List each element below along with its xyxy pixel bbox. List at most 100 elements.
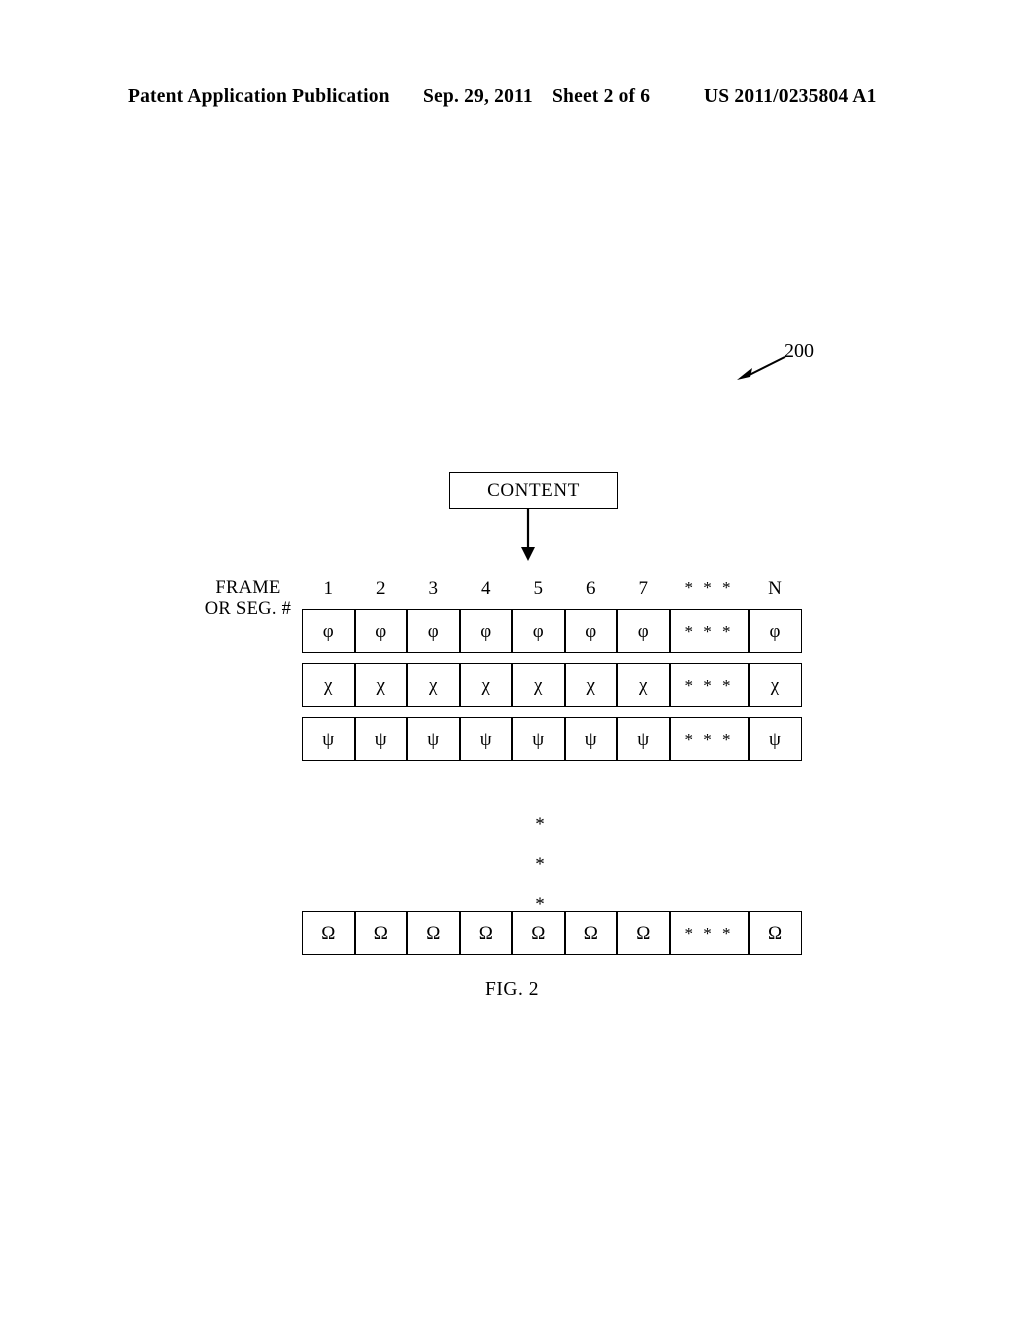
symbol-cell: φ: [302, 609, 355, 653]
symbol-glyph-omega: Ω: [767, 922, 783, 944]
symbol-glyph-psi: ψ: [769, 728, 781, 750]
frame-label-line-2: OR SEG. #: [204, 599, 292, 619]
symbol-cell: χ: [302, 663, 355, 707]
symbol-glyph-omega: Ω: [426, 922, 441, 944]
column-header-3: 3: [428, 578, 439, 599]
column-header-row: 1 2 3 4 5 6 7 * * * N: [302, 578, 782, 602]
symbol-glyph-chi: χ: [770, 674, 780, 696]
header-publication-date: Sep. 29, 2011: [423, 86, 533, 107]
symbol-cell: χ: [407, 663, 460, 707]
column-header-5: 5: [533, 578, 544, 599]
symbol-cell: ψ: [354, 717, 407, 761]
page-header: Patent Application Publication Sep. 29, …: [0, 86, 1024, 112]
symbol-cell: φ: [407, 609, 460, 653]
symbol-glyph-psi: ψ: [322, 728, 335, 750]
vertical-ellipsis-dot: *: [535, 814, 545, 835]
figure-caption: FIG. 2: [485, 979, 539, 1000]
frame-label-line-1: FRAME: [215, 578, 281, 598]
symbol-cell: φ: [564, 609, 617, 653]
frame-or-segment-axis-label: FRAME OR SEG. #: [198, 578, 298, 620]
vertical-ellipsis-dot: *: [535, 854, 545, 875]
symbol-cell: ψ: [617, 717, 670, 761]
column-header-ellipsis: * * *: [684, 578, 734, 597]
symbol-glyph-psi: ψ: [479, 728, 492, 750]
symbol-cell-ellipsis: * * *: [669, 609, 749, 653]
symbol-glyph-omega: Ω: [583, 922, 598, 944]
symbol-cell: χ: [512, 663, 565, 707]
symbol-cell: φ: [748, 609, 802, 653]
column-header-2: 2: [376, 578, 386, 599]
symbol-cell: φ: [512, 609, 565, 653]
symbol-cell: ψ: [512, 717, 565, 761]
symbol-glyph-chi: χ: [376, 674, 385, 696]
content-box-label: CONTENT: [487, 479, 580, 501]
symbol-cell-ellipsis: * * *: [669, 663, 749, 707]
symbol-cell: φ: [354, 609, 407, 653]
vertical-ellipsis: * * *: [528, 805, 552, 925]
symbol-cell: ψ: [302, 717, 355, 761]
symbol-glyph-omega: Ω: [321, 922, 336, 944]
symbol-glyph-psi: ψ: [374, 728, 387, 750]
symbol-glyph-phi: φ: [585, 620, 597, 642]
symbol-glyph-chi: χ: [534, 674, 543, 696]
symbol-glyph-chi: χ: [586, 674, 595, 696]
symbol-glyph-omega: * * *: [684, 923, 734, 943]
symbol-cell: Ω: [564, 911, 617, 955]
symbol-glyph-phi: φ: [427, 620, 439, 642]
symbol-glyph-omega: Ω: [478, 922, 493, 944]
symbol-glyph-omega: Ω: [636, 922, 651, 944]
symbol-glyph-chi: χ: [429, 674, 438, 696]
symbol-glyph-psi: ψ: [637, 728, 650, 750]
header-document-number: US 2011/0235804 A1: [704, 86, 877, 107]
symbol-cell: ψ: [564, 717, 617, 761]
figure-reference-numeral: 200: [784, 340, 814, 362]
symbol-glyph-phi: φ: [480, 620, 492, 642]
symbol-cell: Ω: [617, 911, 670, 955]
symbol-glyph-phi: * * *: [684, 621, 734, 641]
symbol-cell: χ: [617, 663, 670, 707]
symbol-cell: φ: [617, 609, 670, 653]
symbol-glyph-phi: φ: [637, 620, 649, 642]
symbol-glyph-phi: φ: [375, 620, 387, 642]
symbol-cell: Ω: [302, 911, 355, 955]
symbol-cell: ψ: [459, 717, 512, 761]
symbol-cell: Ω: [407, 911, 460, 955]
symbol-cell: Ω: [748, 911, 802, 955]
symbol-glyph-psi: * * *: [684, 729, 734, 749]
symbol-glyph-chi: * * *: [684, 675, 734, 695]
symbol-glyph-phi: φ: [322, 620, 334, 642]
column-header-6: 6: [586, 578, 596, 599]
symbol-row-phi: φ φ φ φ φ φ φ * * * φ: [302, 609, 802, 653]
symbol-cell: ψ: [748, 717, 802, 761]
symbol-glyph-phi: φ: [532, 620, 544, 642]
symbol-cell: χ: [459, 663, 512, 707]
symbol-cell: χ: [354, 663, 407, 707]
symbol-cell: χ: [748, 663, 802, 707]
vertical-ellipsis-dot: *: [535, 894, 545, 915]
symbol-cell-ellipsis: * * *: [669, 717, 749, 761]
content-down-arrow-icon: [521, 509, 535, 561]
symbol-cell-ellipsis: * * *: [669, 911, 749, 955]
column-header-n: N: [768, 578, 782, 599]
symbol-glyph-omega: Ω: [373, 922, 388, 944]
symbol-cell: ψ: [407, 717, 460, 761]
reference-leader-arrow-icon: [737, 356, 786, 380]
column-header-4: 4: [481, 578, 491, 599]
symbol-glyph-omega: Ω: [531, 922, 546, 944]
symbol-glyph-psi: ψ: [427, 728, 440, 750]
column-header-7: 7: [638, 578, 649, 599]
symbol-row-psi: ψ ψ ψ ψ ψ ψ ψ * * * ψ: [302, 717, 802, 761]
symbol-row-chi: χ χ χ χ χ χ χ * * * χ: [302, 663, 802, 707]
symbol-glyph-chi: χ: [324, 674, 333, 696]
symbol-cell: Ω: [459, 911, 512, 955]
content-box: CONTENT: [449, 472, 618, 509]
symbol-glyph-phi: φ: [769, 620, 781, 642]
symbol-cell: χ: [564, 663, 617, 707]
symbol-cell: Ω: [354, 911, 407, 955]
symbol-glyph-psi: ψ: [532, 728, 545, 750]
symbol-glyph-psi: ψ: [584, 728, 597, 750]
header-publication-title: Patent Application Publication: [128, 86, 390, 107]
symbol-glyph-chi: χ: [639, 674, 648, 696]
column-header-1: 1: [323, 578, 334, 599]
symbol-cell: φ: [459, 609, 512, 653]
